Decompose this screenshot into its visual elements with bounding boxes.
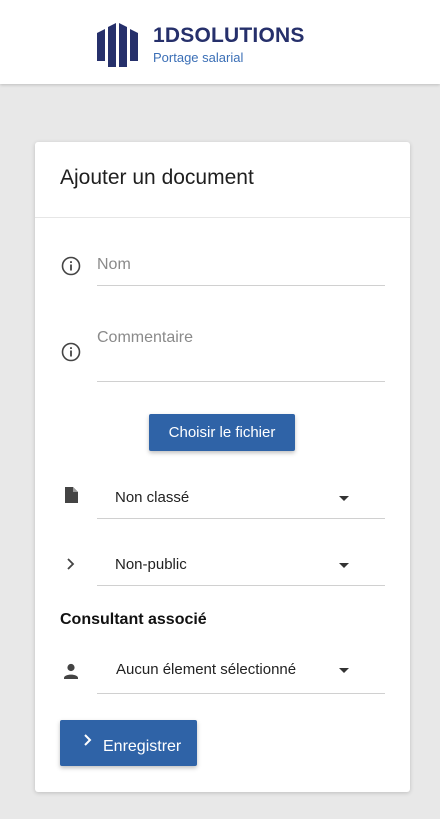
visibility-select-value: Non-public <box>115 556 187 573</box>
choose-file-button[interactable]: Choisir le fichier <box>149 414 295 451</box>
brand-name: 1DSOLUTIONS <box>153 24 305 47</box>
consultant-section-label: Consultant associé <box>60 611 207 628</box>
nom-input[interactable] <box>97 252 385 286</box>
chevron-right-icon <box>84 734 92 746</box>
top-bar: 1DSOLUTIONS Portage salarial <box>0 0 440 84</box>
card-divider <box>35 217 410 218</box>
save-button[interactable]: Enregistrer <box>60 720 197 766</box>
visibility-select[interactable]: Non-public <box>97 546 385 586</box>
caret-down-icon <box>339 668 349 673</box>
info-icon <box>61 256 81 276</box>
consultant-select[interactable]: Aucun élement sélectionné <box>97 653 385 694</box>
brand-tagline: Portage salarial <box>153 50 244 65</box>
brand-logo[interactable]: 1DSOLUTIONS Portage salarial <box>93 21 305 69</box>
save-button-label: Enregistrer <box>103 738 182 755</box>
logo-text: 1DSOLUTIONS Portage salarial <box>153 24 305 66</box>
info-icon <box>61 342 81 362</box>
consultant-select-value: Aucun élement sélectionné <box>116 661 297 678</box>
category-select[interactable]: Non classé <box>97 479 385 519</box>
caret-down-icon <box>339 563 349 568</box>
file-icon <box>65 487 78 503</box>
add-document-card: Ajouter un document Choisir le fichier N… <box>35 142 410 792</box>
caret-down-icon <box>339 496 349 501</box>
chevron-right-icon <box>67 558 75 570</box>
commentaire-textarea[interactable] <box>97 328 385 382</box>
person-icon <box>64 663 78 679</box>
card-title: Ajouter un document <box>60 166 254 189</box>
category-select-value: Non classé <box>115 489 190 506</box>
logo-mark-icon <box>97 23 138 67</box>
